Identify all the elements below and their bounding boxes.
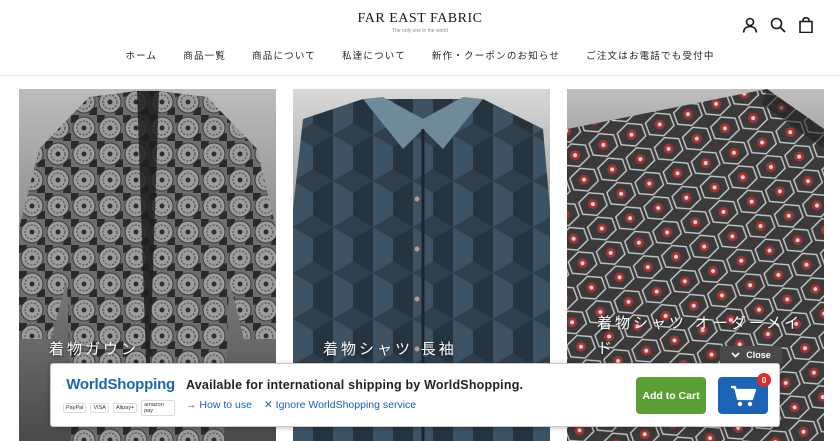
logo-title[interactable]: FAR EAST FABRIC [0,11,840,27]
ignore-label: Ignore WorldShopping service [275,399,417,411]
nav-item-about-products[interactable]: 商品について [252,48,316,62]
nav-item-products[interactable]: 商品一覧 [183,48,226,62]
worldshopping-text: Available for international shipping by … [186,378,523,411]
cart-logo-icon [63,384,65,385]
how-to-use-label: How to use [199,399,252,411]
shopping-cart-icon [731,385,756,406]
worldshopping-logo: WorldShopping PayPal VISA Alipay+ amazon… [63,376,175,416]
worldshopping-logo-text: WorldShopping [66,376,175,393]
logo-tagline: The only one in the world [392,28,448,34]
worldshopping-banner: WorldShopping PayPal VISA Alipay+ amazon… [50,363,780,427]
close-label: Close [746,350,771,360]
worldshopping-headline: Available for international shipping by … [186,378,524,392]
visa-logo: VISA [90,403,109,413]
product-title: 着物シャツ 長袖 [323,340,457,358]
ignore-worldshopping-link[interactable]: ✕ Ignore WorldShopping service [264,399,416,411]
header-icons [742,17,814,33]
nav-item-about-us[interactable]: 私達について [342,48,406,62]
account-icon[interactable] [742,17,758,33]
nav-item-phone-order[interactable]: ご注文はお電話でも受付中 [586,48,714,62]
shopping-bag-icon[interactable] [798,17,814,33]
nav-item-home[interactable]: ホーム [125,48,157,62]
alipay-logo: Alipay+ [112,403,138,413]
add-to-cart-button[interactable]: Add to Cart [636,377,706,414]
product-title: 着物ガウン [49,340,140,358]
main-nav: ホーム 商品一覧 商品について 私達について 新作・クーポンのお知らせ ご注文は… [0,48,840,62]
chevron-down-icon [731,352,740,358]
paypal-logo: PayPal [63,403,87,413]
site-logo[interactable]: FAR EAST FABRIC The only one in the worl… [0,11,840,34]
site-header: FAR EAST FABRIC The only one in the worl… [0,0,840,76]
how-to-use-link[interactable]: → How to use [186,399,252,411]
search-icon[interactable] [770,17,786,33]
amazonpay-logo: amazon pay [141,400,175,416]
cart-count-badge: 0 [757,373,771,387]
worldshopping-close-button[interactable]: Close [720,346,782,364]
nav-item-news-coupons[interactable]: 新作・クーポンのお知らせ [432,48,560,62]
payment-methods: PayPal VISA Alipay+ amazon pay [63,400,175,416]
